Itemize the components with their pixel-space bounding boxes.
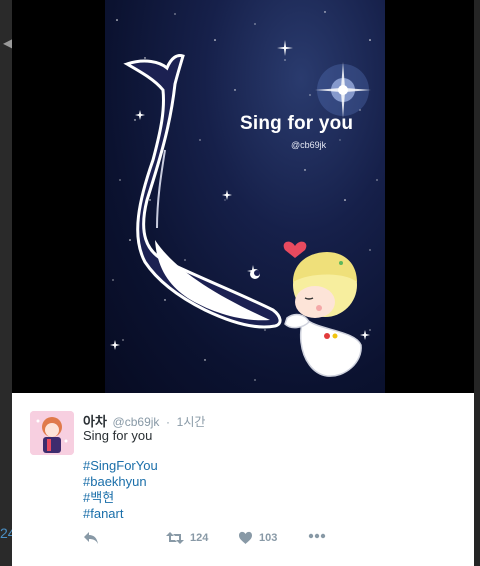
like-button[interactable]: 103	[238, 531, 277, 545]
retweet-button[interactable]: 124	[166, 531, 208, 545]
artwork	[110, 11, 378, 381]
timestamp[interactable]: 1시간	[177, 415, 206, 429]
hashtag-list: #SingForYou #baekhyun #백현 #fanart	[83, 458, 158, 522]
tweet-image[interactable]: Sing for you @cb69jk	[105, 0, 385, 393]
avatar-image	[30, 411, 74, 455]
artwork-title: Sing for you	[240, 113, 354, 134]
display-name[interactable]: 아차	[83, 414, 107, 429]
reply-button[interactable]	[83, 531, 99, 545]
hashtag-link[interactable]: #baekhyun	[83, 474, 158, 490]
tweet-card: 아차 @cb69jk · 1시간 Sing for you #SingForYo…	[12, 393, 474, 566]
heart-icon	[239, 531, 252, 544]
hashtag-link[interactable]: #fanart	[83, 506, 158, 522]
user-handle[interactable]: @cb69jk	[113, 415, 160, 429]
tweet-actions: 124 103	[83, 531, 383, 547]
hashtag-link[interactable]: #백현	[83, 490, 158, 506]
media-modal: Sing for you @cb69jk 아차 @cb69jk · 1시간 Si…	[12, 0, 474, 566]
retweet-icon	[166, 532, 184, 544]
more-button[interactable]	[308, 533, 326, 539]
separator: ·	[166, 415, 171, 429]
backdrop-left: ◀ 24	[0, 0, 16, 566]
hashtag-link[interactable]: #SingForYou	[83, 458, 158, 474]
more-icon	[308, 533, 326, 539]
tweet-text: Sing for you	[83, 428, 153, 443]
whale	[123, 54, 282, 329]
heart-art	[283, 241, 307, 258]
astronaut	[284, 252, 362, 377]
avatar[interactable]	[30, 411, 74, 455]
retweet-count: 124	[190, 532, 209, 544]
reply-icon	[84, 532, 98, 544]
artwork-credit: @cb69jk	[291, 140, 327, 150]
like-count: 103	[259, 532, 278, 544]
chevron-left-icon[interactable]: ◀	[3, 36, 12, 50]
